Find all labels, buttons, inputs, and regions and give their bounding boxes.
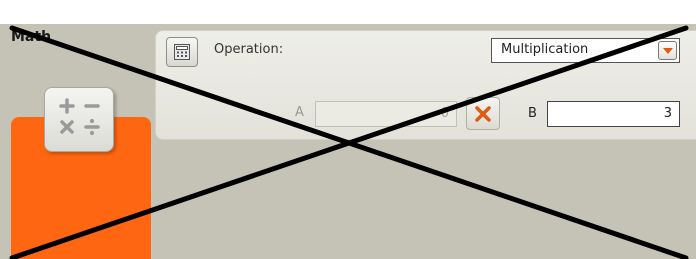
operation-label: Operation: bbox=[214, 42, 284, 57]
remove-x-icon bbox=[475, 106, 491, 122]
math-operators-icon[interactable] bbox=[44, 87, 114, 152]
calculator-icon bbox=[174, 44, 190, 60]
input-a-label: A bbox=[295, 105, 304, 120]
input-b-label: B bbox=[528, 106, 537, 121]
block-title: Math bbox=[11, 29, 52, 45]
operation-dropdown[interactable]: Multiplication bbox=[491, 38, 680, 63]
operation-dropdown-value: Multiplication bbox=[501, 42, 589, 57]
remove-button[interactable] bbox=[466, 97, 500, 130]
input-a-field[interactable]: 0 bbox=[315, 101, 457, 127]
input-b-field[interactable]: 3 bbox=[547, 101, 680, 127]
chevron-down-icon[interactable] bbox=[658, 41, 677, 60]
calculator-button[interactable] bbox=[166, 37, 198, 67]
